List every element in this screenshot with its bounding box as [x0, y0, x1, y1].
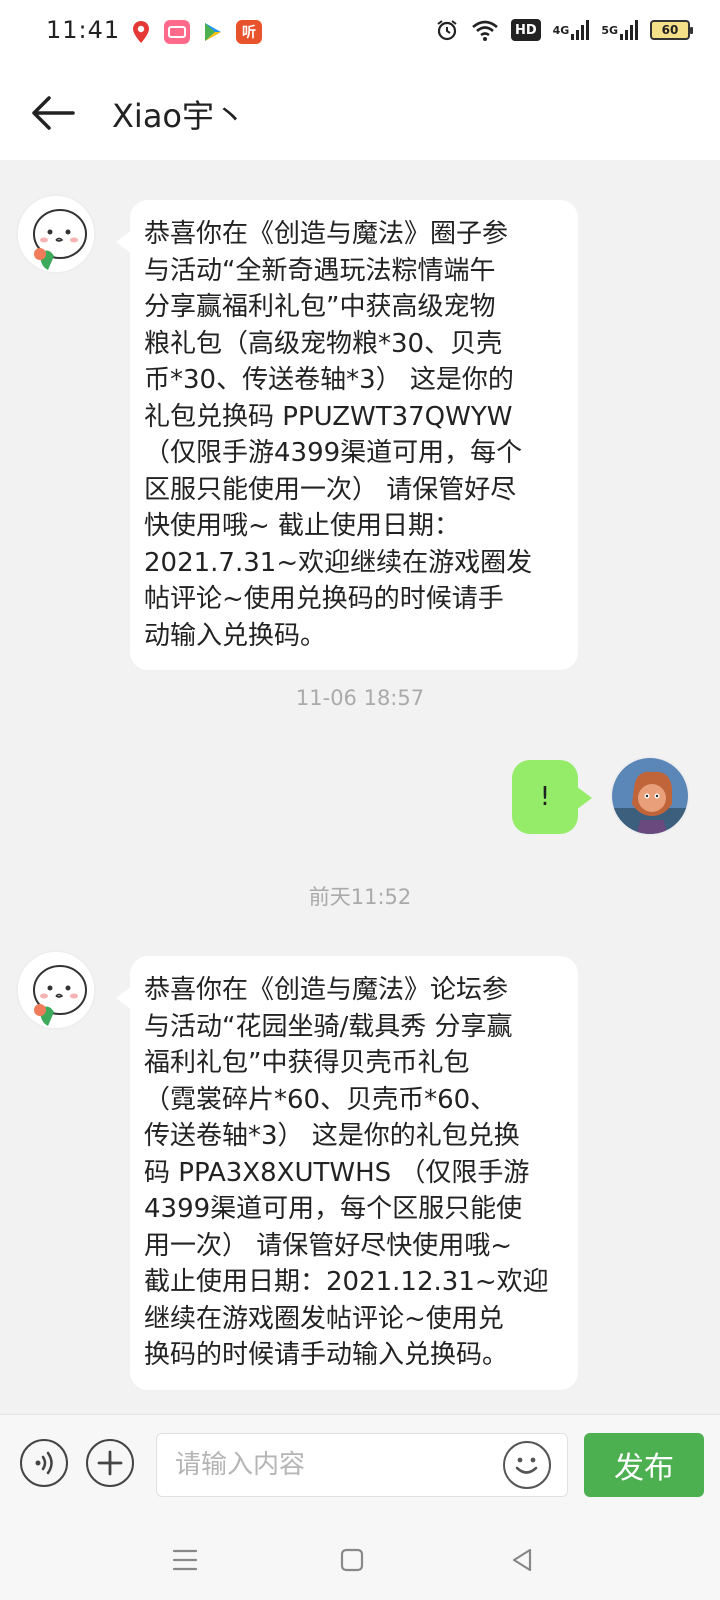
- back-button[interactable]: [28, 88, 78, 138]
- message-list[interactable]: 恭喜你在《创造与魔法》圈子参 与活动“全新奇遇玩法粽情端午 分享赢福利礼包”中获…: [0, 160, 720, 1414]
- message-line: 2021.7.31~欢迎继续在游戏圈发: [144, 547, 533, 578]
- message-input-bar: 发布: [0, 1414, 720, 1518]
- message-text: !: [539, 782, 551, 812]
- message-timestamp: 前天11:52: [308, 885, 412, 909]
- message-line: 快使用哦~ 截止使用日期：: [144, 511, 461, 541]
- message-line: 用一次） 请保管好尽快使用哦~: [144, 1230, 513, 1261]
- message-line: 继续在游戏圈发帖评论~使用兑: [144, 1303, 504, 1334]
- menu-icon: [172, 1549, 198, 1571]
- message-line: 4399渠道可用，每个区服只能使: [144, 1194, 523, 1224]
- battery-level: 60: [661, 23, 679, 37]
- message-line: 礼包兑换码 PPUZWT37QWYW: [144, 401, 513, 432]
- play-store-icon: [200, 20, 226, 44]
- message-line: 币*30、传送卷轴*3） 这是你的: [144, 365, 514, 395]
- back-arrow-icon: [32, 96, 75, 130]
- message-line: 动输入兑换码。: [144, 620, 327, 651]
- voice-icon: [35, 1451, 53, 1475]
- message-line: 与活动“全新奇遇玩法粽情端午: [144, 255, 496, 286]
- incoming-message-bubble[interactable]: 恭喜你在《创造与魔法》论坛参 与活动“花园坐骑/载具秀 分享赢 福利礼包”中获得…: [116, 956, 578, 1390]
- message-line: 恭喜你在《创造与魔法》圈子参: [144, 219, 509, 249]
- message-line: 分享赢福利礼包”中获高级宠物: [144, 292, 496, 322]
- menu-nav-button[interactable]: [167, 1542, 203, 1578]
- signal-5g-icon: 5G: [601, 18, 638, 42]
- chat-title: Xiao宇丶: [112, 97, 247, 135]
- status-right-icons: HD 4G 5G 60: [435, 18, 693, 42]
- message-line: 截止使用日期：2021.12.31~欢迎: [144, 1267, 549, 1297]
- message-line: 帖评论~使用兑换码的时候请手: [144, 584, 504, 614]
- contact-avatar[interactable]: [16, 194, 96, 274]
- video-app-icon: [164, 20, 190, 44]
- self-avatar[interactable]: [610, 756, 690, 836]
- message-line: （霓裳碎片*60、贝壳币*60、: [144, 1084, 497, 1115]
- message-line: 粮礼包（高级宠物粮*30、贝壳: [144, 328, 503, 359]
- signal-4g-label: 4G: [552, 23, 570, 37]
- listen-app-icon: 听: [236, 20, 262, 44]
- message-line: 福利礼包”中获得贝壳币礼包: [144, 1048, 470, 1078]
- signal-4g-icon: 4G: [553, 18, 590, 42]
- wifi-icon: [471, 18, 499, 42]
- send-button[interactable]: 发布: [584, 1433, 704, 1497]
- message-line: 恭喜你在《创造与魔法》论坛参: [144, 975, 509, 1005]
- square-icon: [340, 1548, 364, 1572]
- outgoing-message-bubble[interactable]: !: [512, 760, 592, 834]
- map-pin-icon: [128, 20, 154, 44]
- hd-icon: HD: [510, 19, 541, 41]
- emoji-button[interactable]: [503, 1441, 551, 1489]
- smiley-icon: [515, 1457, 538, 1474]
- home-nav-button[interactable]: [334, 1542, 370, 1578]
- message-line: 传送卷轴*3） 这是你的礼包兑换: [144, 1121, 520, 1151]
- message-timestamp: 11-06 18:57: [295, 686, 425, 710]
- message-line: 换码的时候请手动输入兑换码。: [144, 1340, 509, 1370]
- message-line: 码 PPA3X8XUTWHS （仅限手游: [144, 1157, 530, 1188]
- message-line: 区服只能使用一次） 请保管好尽: [144, 474, 517, 505]
- battery-icon: 60: [650, 20, 693, 40]
- contact-avatar[interactable]: [16, 950, 96, 1030]
- system-nav-bar: [0, 1518, 720, 1600]
- add-button[interactable]: [86, 1439, 134, 1487]
- signal-5g-label: 5G: [601, 23, 618, 37]
- status-app-icons: 听: [128, 20, 262, 44]
- back-nav-button[interactable]: [504, 1542, 540, 1578]
- triangle-back-icon: [512, 1548, 532, 1572]
- plus-icon: [97, 1450, 123, 1476]
- status-bar: 11:41 听 HD 4G 5G 60: [0, 0, 720, 64]
- voice-button[interactable]: [20, 1439, 68, 1487]
- message-line: 与活动“花园坐骑/载具秀 分享赢: [144, 1011, 513, 1042]
- chat-header: Xiao宇丶: [0, 64, 720, 160]
- alarm-icon: [435, 18, 459, 42]
- status-time: 11:41: [46, 16, 121, 44]
- message-line: （仅限手游4399渠道可用，每个: [144, 438, 523, 468]
- incoming-message-bubble[interactable]: 恭喜你在《创造与魔法》圈子参 与活动“全新奇遇玩法粽情端午 分享赢福利礼包”中获…: [116, 200, 578, 670]
